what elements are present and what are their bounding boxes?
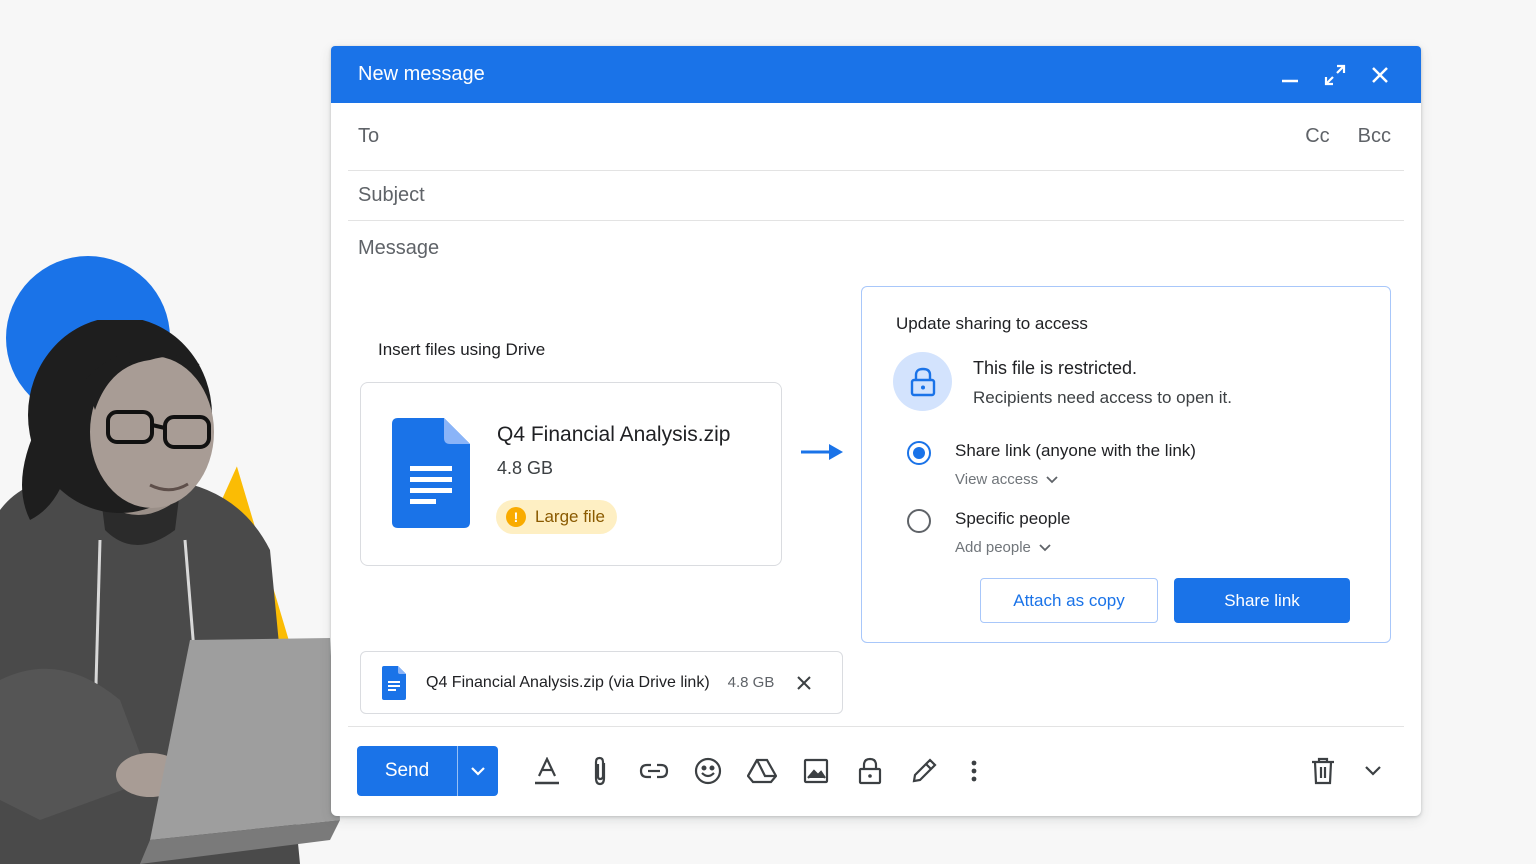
file-name: Q4 Financial Analysis.zip [497, 423, 731, 446]
drive-insert-label: Insert files using Drive [378, 340, 546, 359]
subject-placeholder: Subject [358, 184, 425, 206]
specific-people-option-label: Specific people [955, 509, 1071, 528]
remove-attachment-icon[interactable] [796, 675, 812, 691]
link-icon[interactable] [638, 755, 670, 787]
share-link-button[interactable]: Share link [1174, 578, 1350, 623]
confidential-icon[interactable] [854, 755, 886, 787]
large-file-label: Large file [535, 507, 605, 526]
view-access-label: View access [955, 471, 1039, 488]
share-link-radio[interactable] [907, 441, 931, 465]
add-people-dropdown[interactable]: Add people [955, 539, 1051, 556]
to-field[interactable]: To Cc Bcc [348, 103, 1404, 171]
restricted-title: This file is restricted. [973, 358, 1138, 378]
view-access-dropdown[interactable]: View access [955, 471, 1058, 488]
compose-window: New message To Cc Bcc Subject Message In… [331, 46, 1421, 816]
photo-icon[interactable] [800, 755, 832, 787]
chevron-down-icon [471, 766, 485, 776]
trash-icon[interactable] [1307, 755, 1339, 787]
chevron-down-icon [1046, 475, 1058, 483]
compose-toolbar: Send [357, 746, 1395, 796]
share-link-option-label: Share link (anyone with the link) [955, 441, 1196, 460]
subject-field[interactable]: Subject [348, 171, 1404, 221]
file-size: 4.8 GB [497, 458, 554, 478]
chevron-down-icon[interactable] [1357, 755, 1389, 787]
attachment-chip[interactable]: Q4 Financial Analysis.zip (via Drive lin… [360, 651, 843, 714]
attachment-size: 4.8 GB [727, 674, 775, 691]
compose-title: New message [358, 63, 485, 85]
drive-icon[interactable] [746, 755, 778, 787]
person-with-laptop-illustration [0, 320, 340, 864]
arrow-right-icon [801, 444, 843, 460]
large-file-badge: ! Large file [496, 500, 617, 534]
google-docs-icon [392, 418, 470, 528]
attach-icon[interactable] [584, 755, 616, 787]
close-icon[interactable] [1365, 60, 1395, 90]
warning-icon: ! [506, 507, 526, 527]
formatting-icon[interactable] [531, 755, 563, 787]
to-label: To [358, 125, 380, 147]
message-body-placeholder[interactable]: Message [358, 237, 439, 260]
compose-titlebar: New message [331, 46, 1421, 103]
bcc-button[interactable]: Bcc [1358, 125, 1391, 148]
panel-title: Update sharing to access [896, 314, 1088, 333]
emoji-icon[interactable] [692, 755, 724, 787]
send-button-group: Send [357, 746, 498, 796]
attachment-name: Q4 Financial Analysis.zip (via Drive lin… [426, 673, 710, 691]
toolbar-divider [348, 726, 1404, 727]
chevron-down-icon [1039, 543, 1051, 551]
attach-as-copy-button[interactable]: Attach as copy [980, 578, 1158, 623]
add-people-label: Add people [955, 539, 1031, 556]
restricted-subtitle: Recipients need access to open it. [973, 388, 1232, 407]
specific-people-radio[interactable] [907, 509, 931, 533]
more-options-icon[interactable] [958, 755, 990, 787]
update-sharing-panel: Update sharing to access This file is re… [861, 286, 1391, 643]
drive-file-card[interactable]: Q4 Financial Analysis.zip 4.8 GB ! Large… [360, 382, 782, 566]
expand-icon[interactable] [1320, 60, 1350, 90]
cc-button[interactable]: Cc [1305, 125, 1329, 148]
schedule-send-dropdown[interactable] [458, 746, 498, 796]
signature-icon[interactable] [908, 755, 940, 787]
minimize-icon[interactable] [1275, 60, 1305, 90]
lock-icon [893, 352, 952, 411]
google-docs-icon [382, 665, 406, 700]
send-button[interactable]: Send [357, 746, 458, 796]
